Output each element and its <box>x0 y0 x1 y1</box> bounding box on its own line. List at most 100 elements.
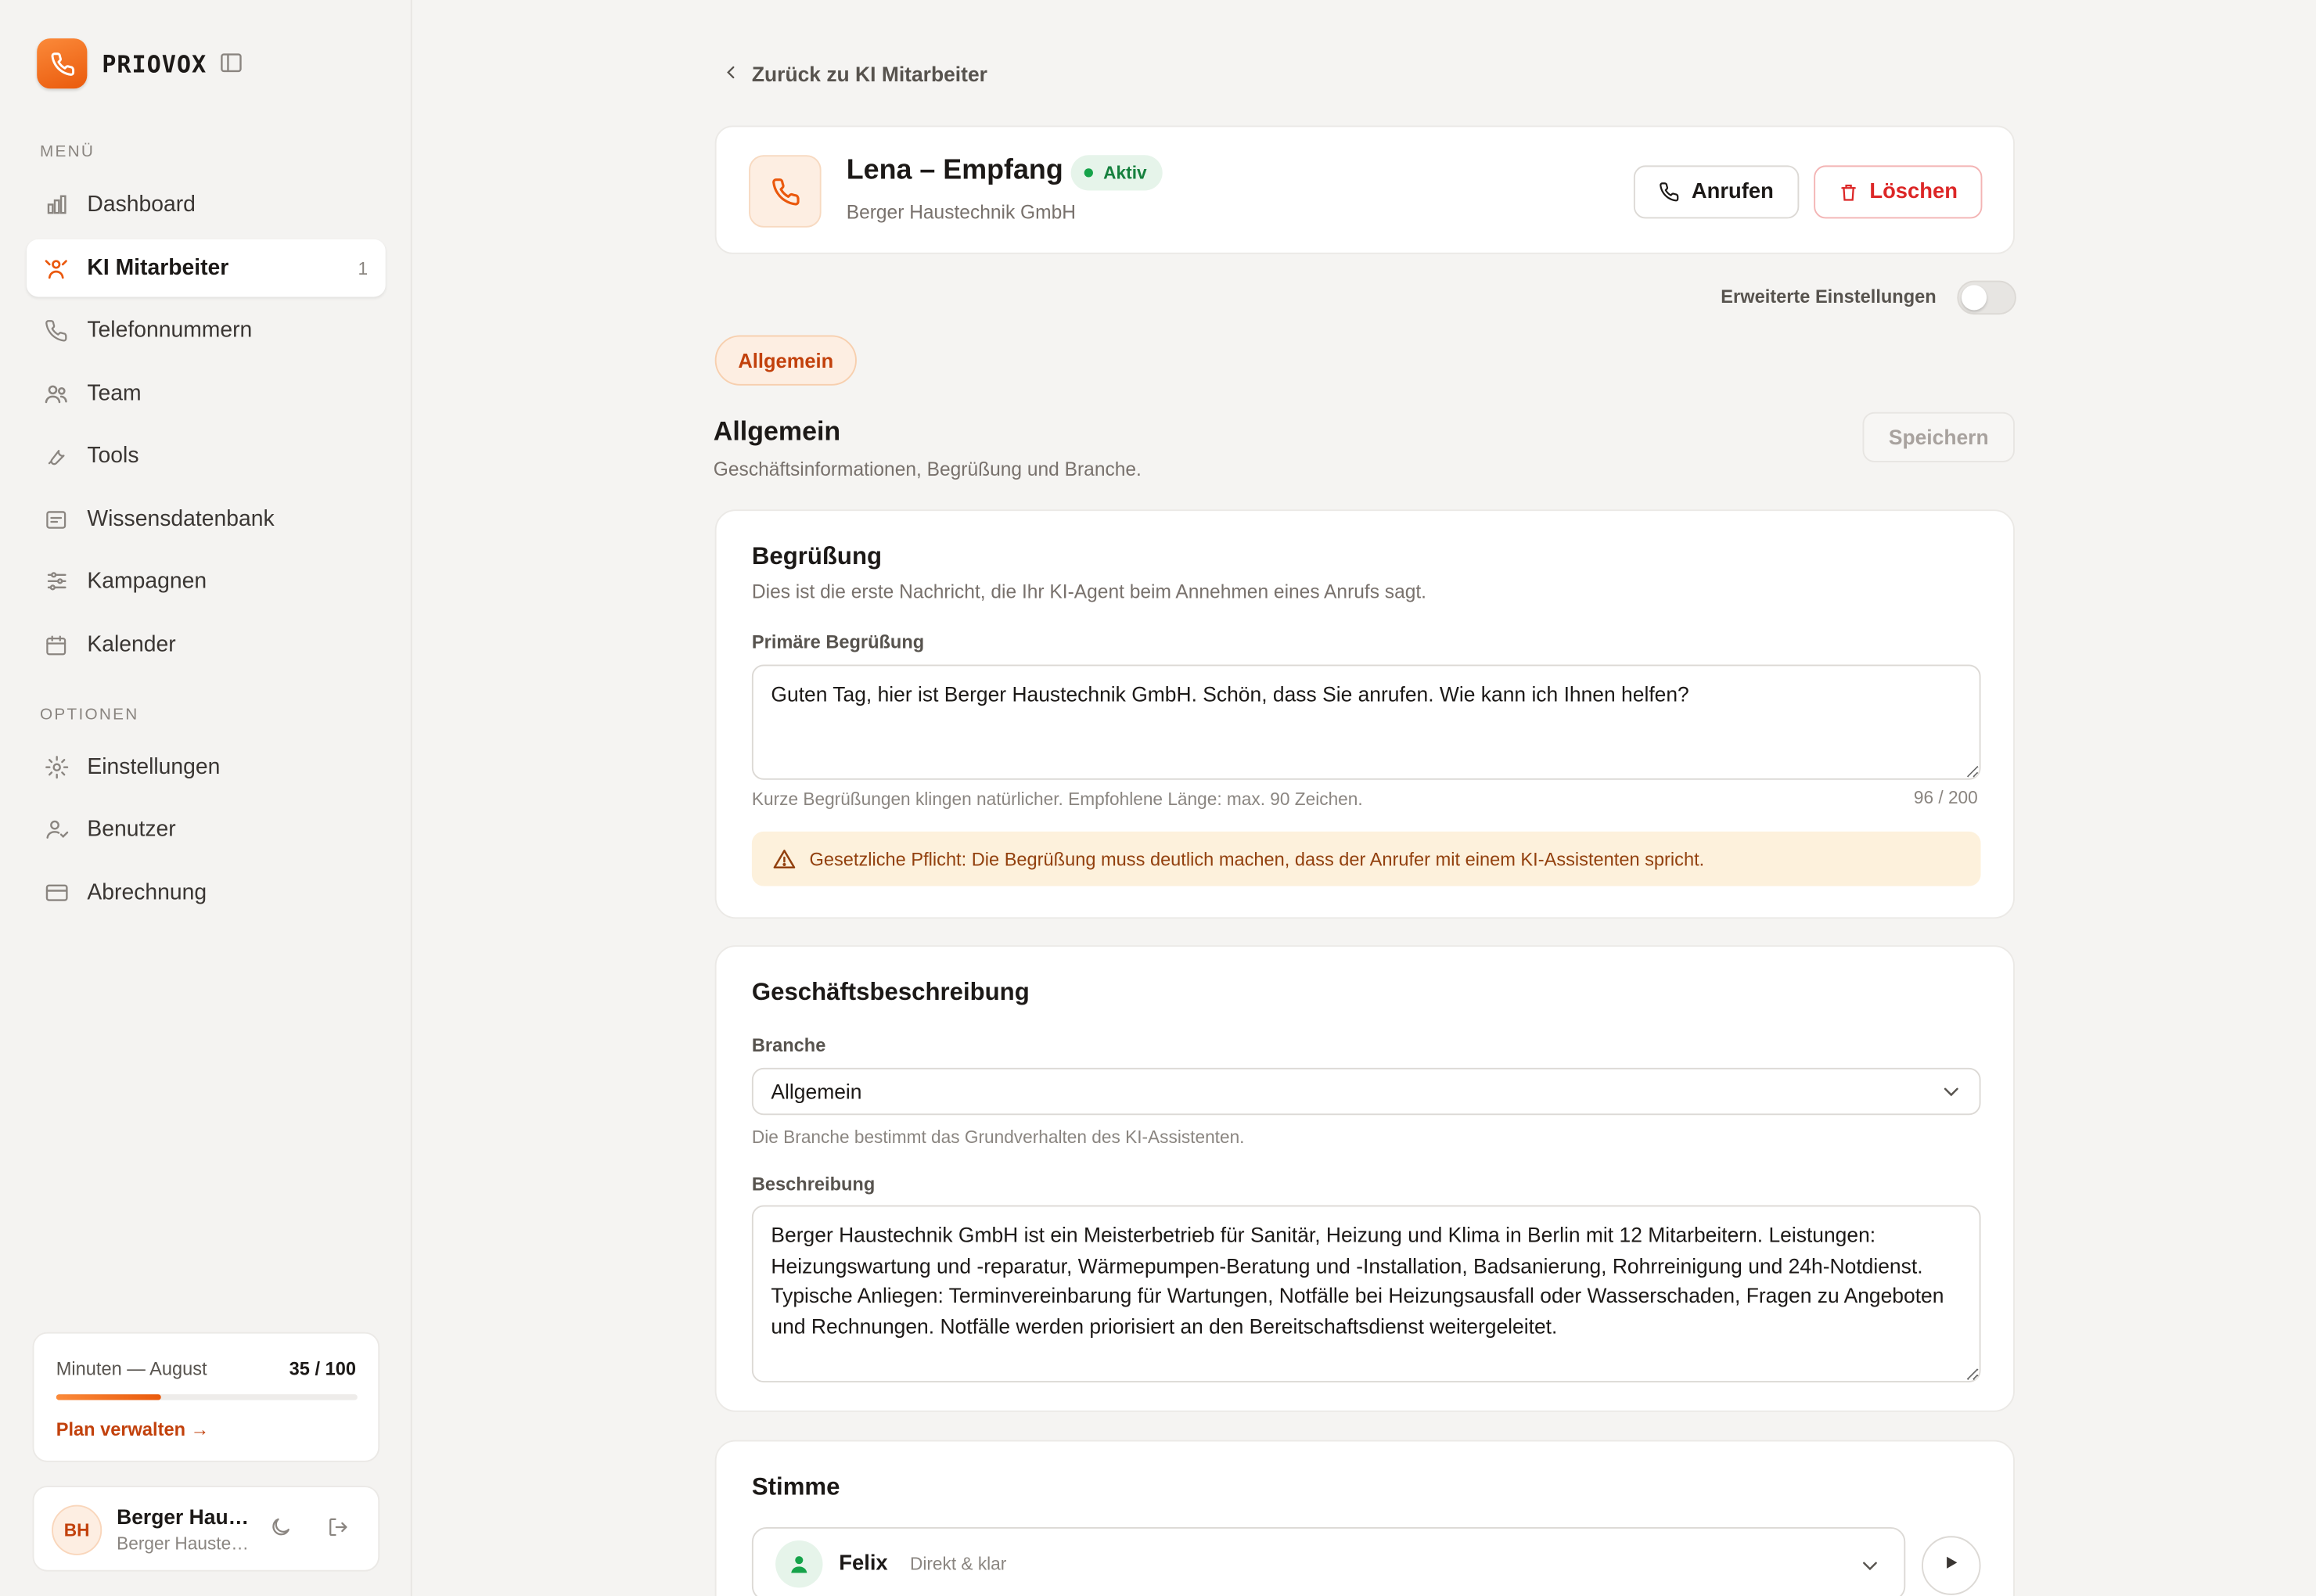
sidebar-item-label: Wissensdatenbank <box>87 506 275 532</box>
greeting-subtitle: Dies ist die erste Nachricht, die Ihr KI… <box>751 580 1427 603</box>
usage-card: Minuten — August 35 / 100 Plan verwalten… <box>32 1332 380 1462</box>
chevron-left-icon <box>722 62 740 85</box>
sidebar-item-label: KI Mitarbeiter <box>87 255 229 281</box>
voice-user-icon <box>775 1540 823 1588</box>
sidebar-item-label: Telefonnummern <box>87 317 253 343</box>
toggle-knob <box>1961 285 1987 311</box>
user-name: Berger Haustechnik GmbH <box>117 1504 253 1529</box>
tab-allgemein[interactable]: Allgemein <box>714 335 857 386</box>
agent-header-card: Lena – Empfang Aktiv Berger Haustechnik … <box>714 125 2015 254</box>
agent-name: Lena – Empfang <box>846 155 1063 186</box>
voice-card: Stimme Felix Direkt & klar <box>714 1440 2015 1596</box>
primary-greeting-label: Primäre Begrüßung <box>751 631 925 653</box>
usage-value: 35 / 100 <box>289 1358 356 1380</box>
gear-icon <box>41 753 71 782</box>
industry-hint: Die Branche bestimmt das Grundverhalten … <box>751 1127 1245 1148</box>
description-label: Beschreibung <box>751 1174 876 1195</box>
back-link-label: Zurück zu KI Mitarbeiter <box>751 62 987 86</box>
sidebar-item-einstellungen[interactable]: Einstellungen <box>27 739 386 796</box>
legal-warning: Gesetzliche Pflicht: Die Begrüßung muss … <box>751 831 1981 886</box>
status-badge: Aktiv <box>1070 155 1163 191</box>
description-textarea[interactable]: Berger Haustechnik GmbH ist ein Meisterb… <box>751 1205 1981 1382</box>
status-label: Aktiv <box>1103 162 1147 184</box>
sidebar-item-wissensdatenbank[interactable]: Wissensdatenbank <box>27 491 386 548</box>
primary-greeting-textarea[interactable]: Guten Tag, hier ist Berger Haustechnik G… <box>751 664 1981 780</box>
advanced-settings-toggle[interactable] <box>1957 280 2016 315</box>
industry-select[interactable]: Allgemein <box>751 1067 1981 1116</box>
sliders-icon <box>41 566 71 596</box>
sidebar-item-dashboard[interactable]: Dashboard <box>27 176 386 234</box>
phone-icon <box>1659 182 1679 202</box>
phone-icon <box>749 155 822 228</box>
bar-chart-icon <box>41 190 71 220</box>
document-icon <box>41 505 71 534</box>
sidebar-item-label: Dashboard <box>87 192 196 217</box>
section-title: Allgemein <box>713 416 841 447</box>
user-card: BH Berger Haustechnik GmbH Berger Hauste… <box>32 1486 380 1572</box>
voice-name: Felix <box>839 1552 888 1576</box>
greeting-hint: Kurze Begrüßungen klingen natürlicher. E… <box>751 789 1363 810</box>
delete-button-label: Löschen <box>1869 180 1958 204</box>
brand-name: PRIOVOX <box>102 49 207 78</box>
sidebar-toggle-icon[interactable] <box>218 50 245 77</box>
brand[interactable]: PRIOVOX <box>37 38 207 89</box>
play-voice-button[interactable] <box>1922 1536 1981 1595</box>
trash-icon <box>1839 182 1858 202</box>
sidebar-item-abrechnung[interactable]: Abrechnung <box>27 864 386 922</box>
chevron-down-icon <box>1941 1081 1962 1106</box>
advanced-settings-label: Erweiterte Einstellungen <box>1721 286 1937 307</box>
sidebar: PRIOVOX MENÜ Dashboard KI Mitarbeiter 1 … <box>0 0 412 1596</box>
legal-warning-text: Gesetzliche Pflicht: Die Begrüßung muss … <box>809 848 1705 869</box>
call-button-label: Anrufen <box>1691 180 1774 204</box>
greeting-char-counter: 96 / 200 <box>1913 787 1978 808</box>
back-link[interactable]: Zurück zu KI Mitarbeiter <box>722 62 987 85</box>
moon-icon[interactable] <box>269 1515 299 1545</box>
industry-select-value: Allgemein <box>771 1079 862 1104</box>
usage-progress-bar <box>56 1394 358 1400</box>
sidebar-item-team[interactable]: Team <box>27 365 386 422</box>
sidebar-item-label: Einstellungen <box>87 754 221 780</box>
menu-section-label: MENÜ <box>39 143 95 161</box>
industry-label: Branche <box>751 1035 826 1056</box>
users-icon <box>41 379 71 408</box>
voice-title: Stimme <box>751 1474 840 1501</box>
sidebar-item-label: Benutzer <box>87 816 176 843</box>
sidebar-item-tools[interactable]: Tools <box>27 427 386 485</box>
sidebar-item-ki-mitarbeiter[interactable]: KI Mitarbeiter 1 <box>26 239 386 297</box>
phone-logo-icon <box>37 38 88 89</box>
sidebar-item-kampagnen[interactable]: Kampagnen <box>27 552 386 610</box>
greeting-card: Begrüßung Dies ist die erste Nachricht, … <box>714 509 2015 919</box>
sidebar-item-kalender[interactable]: Kalender <box>27 616 386 674</box>
phone-icon <box>41 315 71 345</box>
delete-button[interactable]: Löschen <box>1814 165 1983 219</box>
sidebar-item-benutzer[interactable]: Benutzer <box>27 800 386 858</box>
chevron-down-icon <box>1860 1555 1880 1583</box>
business-description-card: Geschäftsbeschreibung Branche Allgemein … <box>714 945 2015 1412</box>
sidebar-item-label: Abrechnung <box>87 880 207 906</box>
app-window: PRIOVOX MENÜ Dashboard KI Mitarbeiter 1 … <box>0 0 2316 1596</box>
warning-triangle-icon <box>772 847 796 871</box>
sidebar-item-label: Kampagnen <box>87 568 207 594</box>
sidebar-item-count: 1 <box>358 257 369 279</box>
voice-select[interactable]: Felix Direkt & klar <box>751 1526 1906 1596</box>
user-check-icon <box>41 814 71 844</box>
options-section-label: OPTIONEN <box>39 706 139 724</box>
agents-icon <box>41 253 71 283</box>
business-title: Geschäftsbeschreibung <box>751 979 1030 1006</box>
save-button[interactable]: Speichern <box>1862 412 2015 462</box>
section-subtitle: Geschäftsinformationen, Begrüßung und Br… <box>713 458 1142 480</box>
voice-description: Direkt & klar <box>909 1553 1007 1575</box>
usage-progress-fill <box>56 1394 162 1400</box>
sidebar-item-label: Kalender <box>87 631 176 658</box>
credit-card-icon <box>41 878 71 908</box>
sidebar-item-telefonnummern[interactable]: Telefonnummern <box>27 301 386 359</box>
manage-plan-link[interactable]: Plan verwalten → <box>56 1419 209 1440</box>
wrench-icon <box>41 441 71 471</box>
avatar[interactable]: BH <box>52 1504 102 1555</box>
calendar-icon <box>41 630 71 660</box>
logout-icon[interactable] <box>326 1515 356 1545</box>
play-icon <box>1942 1552 1960 1579</box>
agent-company: Berger Haustechnik GmbH <box>846 200 1076 224</box>
sidebar-item-label: Tools <box>87 443 139 469</box>
call-button[interactable]: Anrufen <box>1633 165 1800 219</box>
